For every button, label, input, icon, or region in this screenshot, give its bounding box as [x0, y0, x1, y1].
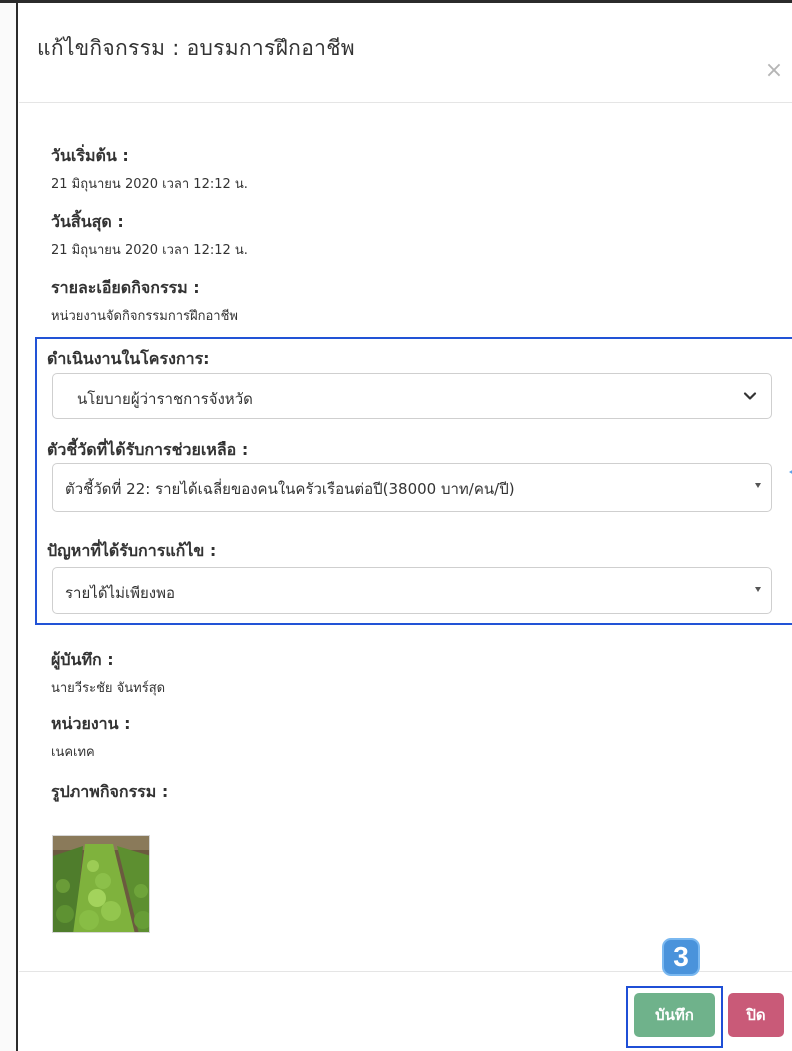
end-date-label: วันสิ้นสุด :	[51, 212, 124, 231]
indicator-select[interactable]: ตัวชี้วัดที่ 22: รายได้เฉลี่ยของคนในครัว…	[52, 463, 772, 512]
recorder-value: นายวีระชัย จันทร์สุด	[51, 681, 166, 696]
indicator-select-value: ตัวชี้วัดที่ 22: รายได้เฉลี่ยของคนในครัว…	[65, 480, 515, 498]
problem-select[interactable]: รายได้ไม่เพียงพอ	[52, 567, 772, 614]
caret-down-icon	[755, 587, 761, 592]
activity-photo[interactable]	[52, 835, 150, 933]
edit-activity-modal: แก้ไขกิจกรรม : อบรมการฝึกอาชีพ × วันเริ่…	[19, 3, 792, 1051]
background-window-edge	[0, 0, 18, 1051]
agency-value: เนคเทค	[51, 745, 95, 760]
save-button[interactable]: บันทึก	[634, 993, 715, 1037]
activity-detail-label: รายละเอียดกิจกรรม :	[51, 278, 200, 297]
indicator-label: ตัวชี้วัดที่ได้รับการช่วยเหลือ :	[47, 440, 249, 459]
project-select[interactable]: นโยบายผู้ว่าราชการจังหวัด	[52, 373, 772, 419]
chevron-down-icon	[743, 392, 757, 400]
step-number-badge: 3	[662, 938, 700, 976]
caret-down-icon	[755, 483, 761, 488]
activity-photo-image	[53, 836, 149, 932]
activity-detail-value: หน่วยงานจัดกิจกรรมการฝึกอาชีพ	[51, 309, 239, 324]
project-select-value: นโยบายผู้ว่าราชการจังหวัด	[77, 390, 253, 408]
problem-select-value: รายได้ไม่เพียงพอ	[65, 584, 176, 602]
photo-label: รูปภาพกิจกรรม :	[51, 782, 169, 801]
close-icon[interactable]: ×	[764, 59, 784, 83]
modal-title: แก้ไขกิจกรรม : อบรมการฝึกอาชีพ	[37, 36, 355, 60]
agency-label: หน่วยงาน :	[51, 714, 131, 733]
start-date-label: วันเริ่มต้น :	[51, 146, 129, 165]
recorder-label: ผู้บันทึก :	[51, 650, 114, 669]
start-date-value: 21 มิถุนายน 2020 เวลา 12:12 น.	[51, 177, 248, 192]
modal-header: แก้ไขกิจกรรม : อบรมการฝึกอาชีพ ×	[19, 3, 792, 103]
problem-label: ปัญหาที่ได้รับการแก้ไข :	[47, 541, 217, 560]
end-date-value: 21 มิถุนายน 2020 เวลา 12:12 น.	[51, 243, 248, 258]
project-label: ดำเนินงานในโครงการ:	[47, 349, 210, 368]
close-button[interactable]: ปิด	[728, 993, 784, 1037]
